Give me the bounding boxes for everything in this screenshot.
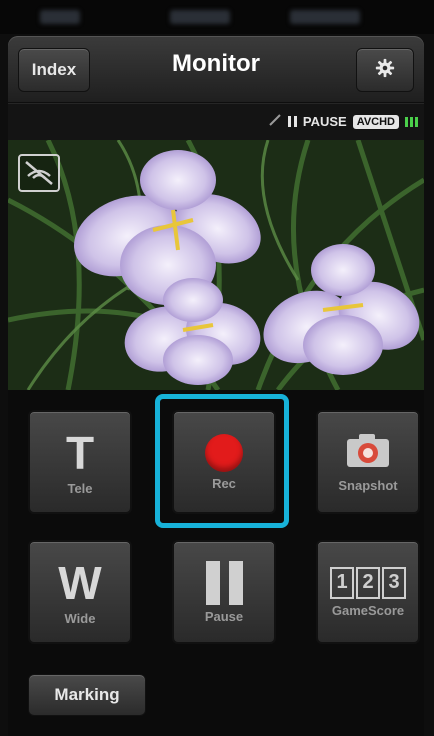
camera-icon	[345, 431, 391, 474]
wide-button[interactable]: W Wide	[28, 540, 132, 644]
app-screen: Index Monitor PAUSE AVCHD T Tele Rec Sna…	[0, 0, 434, 736]
tele-button[interactable]: T Tele	[28, 410, 132, 514]
snapshot-button[interactable]: Snapshot	[316, 410, 420, 514]
device-status-bar	[0, 0, 434, 34]
pause-label: Pause	[204, 608, 244, 624]
rec-button[interactable]: Rec	[172, 410, 276, 514]
recording-status-row: PAUSE AVCHD	[8, 103, 424, 141]
record-icon	[205, 433, 243, 472]
status-text: PAUSE	[302, 114, 347, 129]
tele-glyph: T	[65, 426, 95, 479]
scoreboard-icon: 1 2 3	[330, 566, 406, 599]
snapshot-label: Snapshot	[338, 478, 398, 493]
gamescore-label: GameScore	[331, 602, 405, 618]
gamescore-button[interactable]: 1 2 3 GameScore	[316, 540, 420, 644]
settings-button[interactable]	[356, 48, 414, 92]
wide-label: Wide	[64, 610, 96, 626]
wide-glyph: W	[58, 556, 102, 609]
pause-button[interactable]: Pause	[172, 540, 276, 644]
pause-icon	[205, 560, 243, 605]
preview-image	[8, 140, 424, 390]
gear-icon	[374, 57, 396, 84]
header-bar: Index Monitor	[8, 36, 424, 102]
camera-preview	[8, 140, 424, 390]
pause-status-icon	[287, 116, 297, 127]
control-panel: T Tele Rec Snapshot W Wide Pause 1 2 3 G…	[8, 390, 424, 736]
marking-button[interactable]: Marking	[28, 674, 146, 716]
camera-off-icon[interactable]	[18, 154, 60, 192]
rec-label: Rec	[212, 475, 236, 491]
mic-off-icon	[268, 113, 282, 130]
tele-label: Tele	[67, 480, 93, 496]
format-badge: AVCHD	[352, 114, 399, 129]
battery-icon	[405, 116, 418, 127]
